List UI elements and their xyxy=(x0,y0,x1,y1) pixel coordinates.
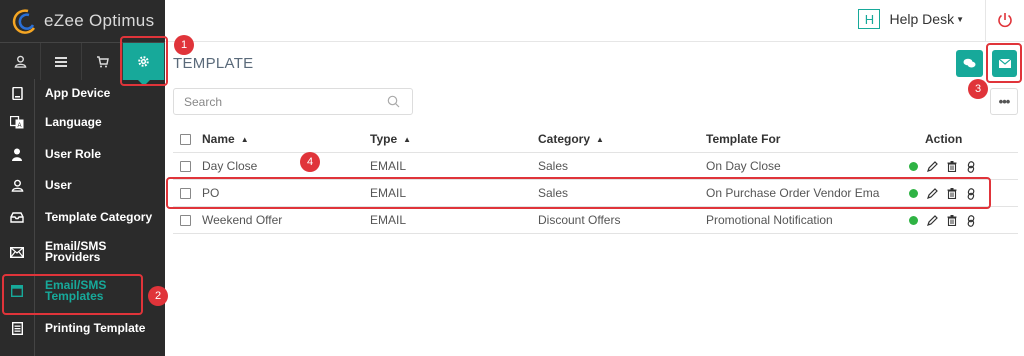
row-checkbox[interactable] xyxy=(180,161,191,172)
link-icon[interactable] xyxy=(966,160,976,173)
highlight-settings-tab xyxy=(120,36,168,86)
sidebar-item-user[interactable]: User xyxy=(0,170,165,202)
tab-store[interactable] xyxy=(82,43,123,80)
cell-category: Sales xyxy=(538,159,569,173)
link-icon[interactable] xyxy=(966,214,976,227)
page-title: TEMPLATE xyxy=(173,55,254,72)
tablet-icon xyxy=(0,79,34,107)
chat-button[interactable] xyxy=(956,50,983,77)
row-actions xyxy=(909,153,976,180)
person-icon xyxy=(0,139,34,171)
column-header-type[interactable]: Type ▲ xyxy=(370,126,411,154)
cell-type: EMAIL xyxy=(370,213,407,227)
column-label: Category xyxy=(538,132,591,146)
cell-template-for: On Day Close xyxy=(706,159,781,173)
cell-category: Discount Offers xyxy=(538,213,621,227)
menu-icon xyxy=(55,56,67,67)
tab-menu[interactable] xyxy=(41,43,82,80)
row-checkbox[interactable] xyxy=(180,215,191,226)
search-box[interactable] xyxy=(173,88,413,115)
delete-icon[interactable] xyxy=(947,215,957,226)
column-header-name[interactable]: Name ▲ xyxy=(202,126,249,154)
column-header-action: Action xyxy=(925,132,963,146)
user-icon xyxy=(14,55,26,68)
sidebar-item-label: User xyxy=(45,178,72,193)
edit-icon[interactable] xyxy=(927,161,938,172)
cell-type: EMAIL xyxy=(370,159,407,173)
helpdesk-dropdown[interactable]: H Help Desk ▼ xyxy=(858,9,964,29)
cell-name: Weekend Offer xyxy=(202,213,283,227)
sidebar-item-label: Language xyxy=(45,115,102,130)
column-label: Type xyxy=(370,132,398,146)
highlight-email-button xyxy=(986,43,1022,83)
sidebar-item-user-role[interactable]: User Role xyxy=(0,139,165,171)
sort-asc-icon: ▲ xyxy=(596,135,604,144)
highlight-po-row xyxy=(166,177,991,209)
annotation-badge: 1 xyxy=(174,35,194,55)
row-actions xyxy=(909,207,976,234)
document-icon xyxy=(0,311,34,346)
caret-down-icon: ▼ xyxy=(956,14,964,24)
cell-name: Day Close xyxy=(202,159,258,173)
power-icon[interactable] xyxy=(996,11,1014,29)
search-input[interactable] xyxy=(174,89,374,114)
inbox-icon xyxy=(0,202,34,234)
sidebar-item-template-category[interactable]: Template Category xyxy=(0,202,165,234)
helpdesk-badge: H xyxy=(858,9,881,29)
chat-icon xyxy=(963,58,976,68)
sidebar-item-label: User Role xyxy=(45,146,102,161)
logo-icon xyxy=(12,9,36,34)
sidebar-item-label: Printing Template xyxy=(45,321,146,335)
status-active-icon[interactable] xyxy=(909,162,918,171)
column-label: Name xyxy=(202,132,235,146)
top-header: H Help Desk ▼ xyxy=(165,0,1024,42)
sidebar-item-label: Email/SMS Providers xyxy=(45,239,107,264)
svg-text:A: A xyxy=(17,123,21,129)
table-header-row: Name ▲ Type ▲ Category ▲ Template For Actio… xyxy=(173,126,1018,153)
status-active-icon[interactable] xyxy=(909,216,918,225)
search-icon[interactable] xyxy=(387,95,400,108)
edit-icon[interactable] xyxy=(927,215,938,226)
translate-icon: A xyxy=(0,107,34,139)
select-all-checkbox[interactable] xyxy=(180,134,191,145)
more-options-button[interactable]: ••• xyxy=(990,88,1018,115)
sidebar-item-label: Template Category xyxy=(45,209,153,224)
table-row[interactable]: Weekend Offer EMAIL Discount Offers Prom… xyxy=(173,207,1018,234)
sidebar-item-label: App Device xyxy=(45,85,111,100)
sidebar-item-printing-template[interactable]: Printing Template xyxy=(0,311,165,346)
annotation-badge: 2 xyxy=(148,286,168,306)
user-outline-icon xyxy=(0,170,34,202)
brand-name: eZee Optimus xyxy=(44,11,155,30)
highlight-email-sms-templates xyxy=(2,274,143,315)
tab-users[interactable] xyxy=(0,43,41,80)
sort-asc-icon: ▲ xyxy=(240,135,249,144)
sort-asc-icon: ▲ xyxy=(403,135,412,144)
table-row[interactable]: Day Close EMAIL Sales On Day Close xyxy=(173,153,1018,180)
column-header-template-for: Template For xyxy=(706,132,781,146)
header-divider xyxy=(985,0,986,42)
envelope-icon xyxy=(0,233,34,271)
helpdesk-label: Help Desk xyxy=(889,11,955,27)
column-header-category[interactable]: Category ▲ xyxy=(538,126,604,154)
sidebar-item-language[interactable]: A Language xyxy=(0,107,165,139)
annotation-badge: 4 xyxy=(300,152,320,172)
cart-icon xyxy=(96,55,109,67)
cell-template-for: Promotional Notification xyxy=(706,213,833,227)
sidebar-item-email-sms-providers[interactable]: Email/SMS Providers xyxy=(0,233,165,271)
delete-icon[interactable] xyxy=(947,161,957,172)
annotation-badge: 3 xyxy=(968,79,988,99)
